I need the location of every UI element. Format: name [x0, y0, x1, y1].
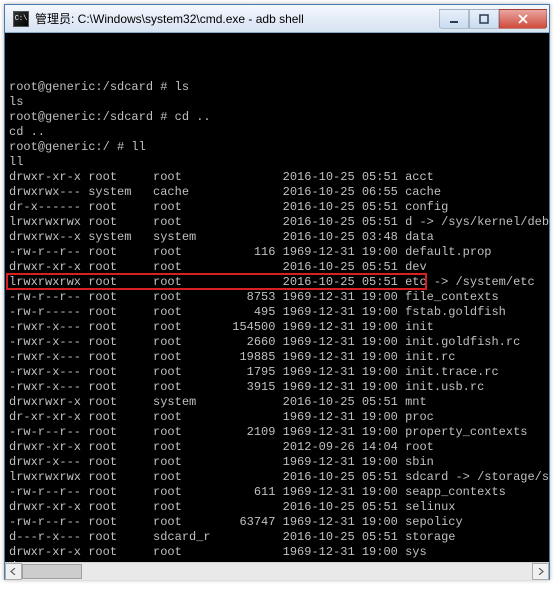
scroll-left-button[interactable] — [5, 563, 22, 580]
close-button[interactable] — [499, 9, 547, 29]
terminal-line: -rw-r--r-- root root 2109 1969-12-31 19:… — [9, 425, 545, 440]
terminal-line: -rw-r--r-- root root 8753 1969-12-31 19:… — [9, 290, 545, 305]
terminal-line: lrwxrwxrwx root root 2016-10-25 05:51 et… — [9, 275, 545, 290]
terminal-line: drwxr-x--- root root 1969-12-31 19:00 sb… — [9, 455, 545, 470]
scrollbar-track[interactable] — [22, 563, 532, 580]
terminal-line: root@generic:/ # ll — [9, 140, 545, 155]
horizontal-scrollbar[interactable] — [5, 562, 549, 579]
terminal-line: drwxr-xr-x root root 2016-10-25 05:51 de… — [9, 260, 545, 275]
close-icon — [518, 14, 528, 24]
maximize-icon — [479, 14, 489, 24]
chevron-right-icon — [537, 568, 544, 575]
chevron-left-icon — [10, 568, 17, 575]
titlebar[interactable]: 管理员: C:\Windows\system32\cmd.exe - adb s… — [5, 5, 549, 33]
terminal-line: root@generic:/sdcard # cd .. — [9, 110, 545, 125]
terminal-line: ll — [9, 155, 545, 170]
terminal-line: -rwxr-x--- root root 19885 1969-12-31 19… — [9, 350, 545, 365]
minimize-button[interactable] — [439, 9, 469, 29]
command-window: 管理员: C:\Windows\system32\cmd.exe - adb s… — [4, 4, 550, 580]
terminal-line: drwxrwxr-x root system 2016-10-25 05:51 … — [9, 395, 545, 410]
terminal-line: drwxr-xr-x root root 2016-10-25 05:51 se… — [9, 500, 545, 515]
scrollbar-thumb[interactable] — [22, 564, 82, 579]
terminal-line: -rw-r--r-- root root 116 1969-12-31 19:0… — [9, 245, 545, 260]
terminal-line: drwxr-xr-x root root 2016-10-25 05:51 ac… — [9, 170, 545, 185]
terminal-line: -rw-r----- root root 495 1969-12-31 19:0… — [9, 305, 545, 320]
terminal-line: lrwxrwxrwx root root 2016-10-25 05:51 sd… — [9, 470, 545, 485]
terminal-line: -rwxr-x--- root root 154500 1969-12-31 1… — [9, 320, 545, 335]
terminal-line: dr-x------ root root 2016-10-25 05:51 co… — [9, 200, 545, 215]
terminal-line: root@generic:/sdcard # ls — [9, 80, 545, 95]
terminal-line: -rwxr-x--- root root 1795 1969-12-31 19:… — [9, 365, 545, 380]
terminal-line: drwxr-xr-x root root 2012-09-26 14:04 ro… — [9, 440, 545, 455]
terminal-output[interactable]: root@generic:/sdcard # lslsroot@generic:… — [5, 33, 549, 562]
terminal-line: d---r-x--- root sdcard_r 2016-10-25 05:5… — [9, 530, 545, 545]
terminal-line: drwxr-xr-x root root 1969-12-31 19:00 sy… — [9, 545, 545, 560]
terminal-line: dr-xr-xr-x root root 1969-12-31 19:00 pr… — [9, 410, 545, 425]
terminal-line: -rwxr-x--- root root 3915 1969-12-31 19:… — [9, 380, 545, 395]
window-controls — [439, 9, 547, 29]
terminal-line: ls — [9, 95, 545, 110]
terminal-line: -rwxr-x--- root root 2660 1969-12-31 19:… — [9, 335, 545, 350]
terminal-line: drwxrwx--- system cache 2016-10-25 06:55… — [9, 185, 545, 200]
terminal-line: -rw-r--r-- root root 611 1969-12-31 19:0… — [9, 485, 545, 500]
maximize-button[interactable] — [469, 9, 499, 29]
scroll-right-button[interactable] — [532, 563, 549, 580]
minimize-icon — [449, 14, 459, 24]
app-icon — [13, 11, 29, 27]
terminal-line: lrwxrwxrwx root root 2016-10-25 05:51 d … — [9, 215, 545, 230]
window-title: 管理员: C:\Windows\system32\cmd.exe - adb s… — [35, 10, 439, 27]
terminal-line: cd .. — [9, 125, 545, 140]
terminal-line: drwxrwx--x system system 2016-10-25 03:4… — [9, 230, 545, 245]
terminal-line: -rw-r--r-- root root 63747 1969-12-31 19… — [9, 515, 545, 530]
